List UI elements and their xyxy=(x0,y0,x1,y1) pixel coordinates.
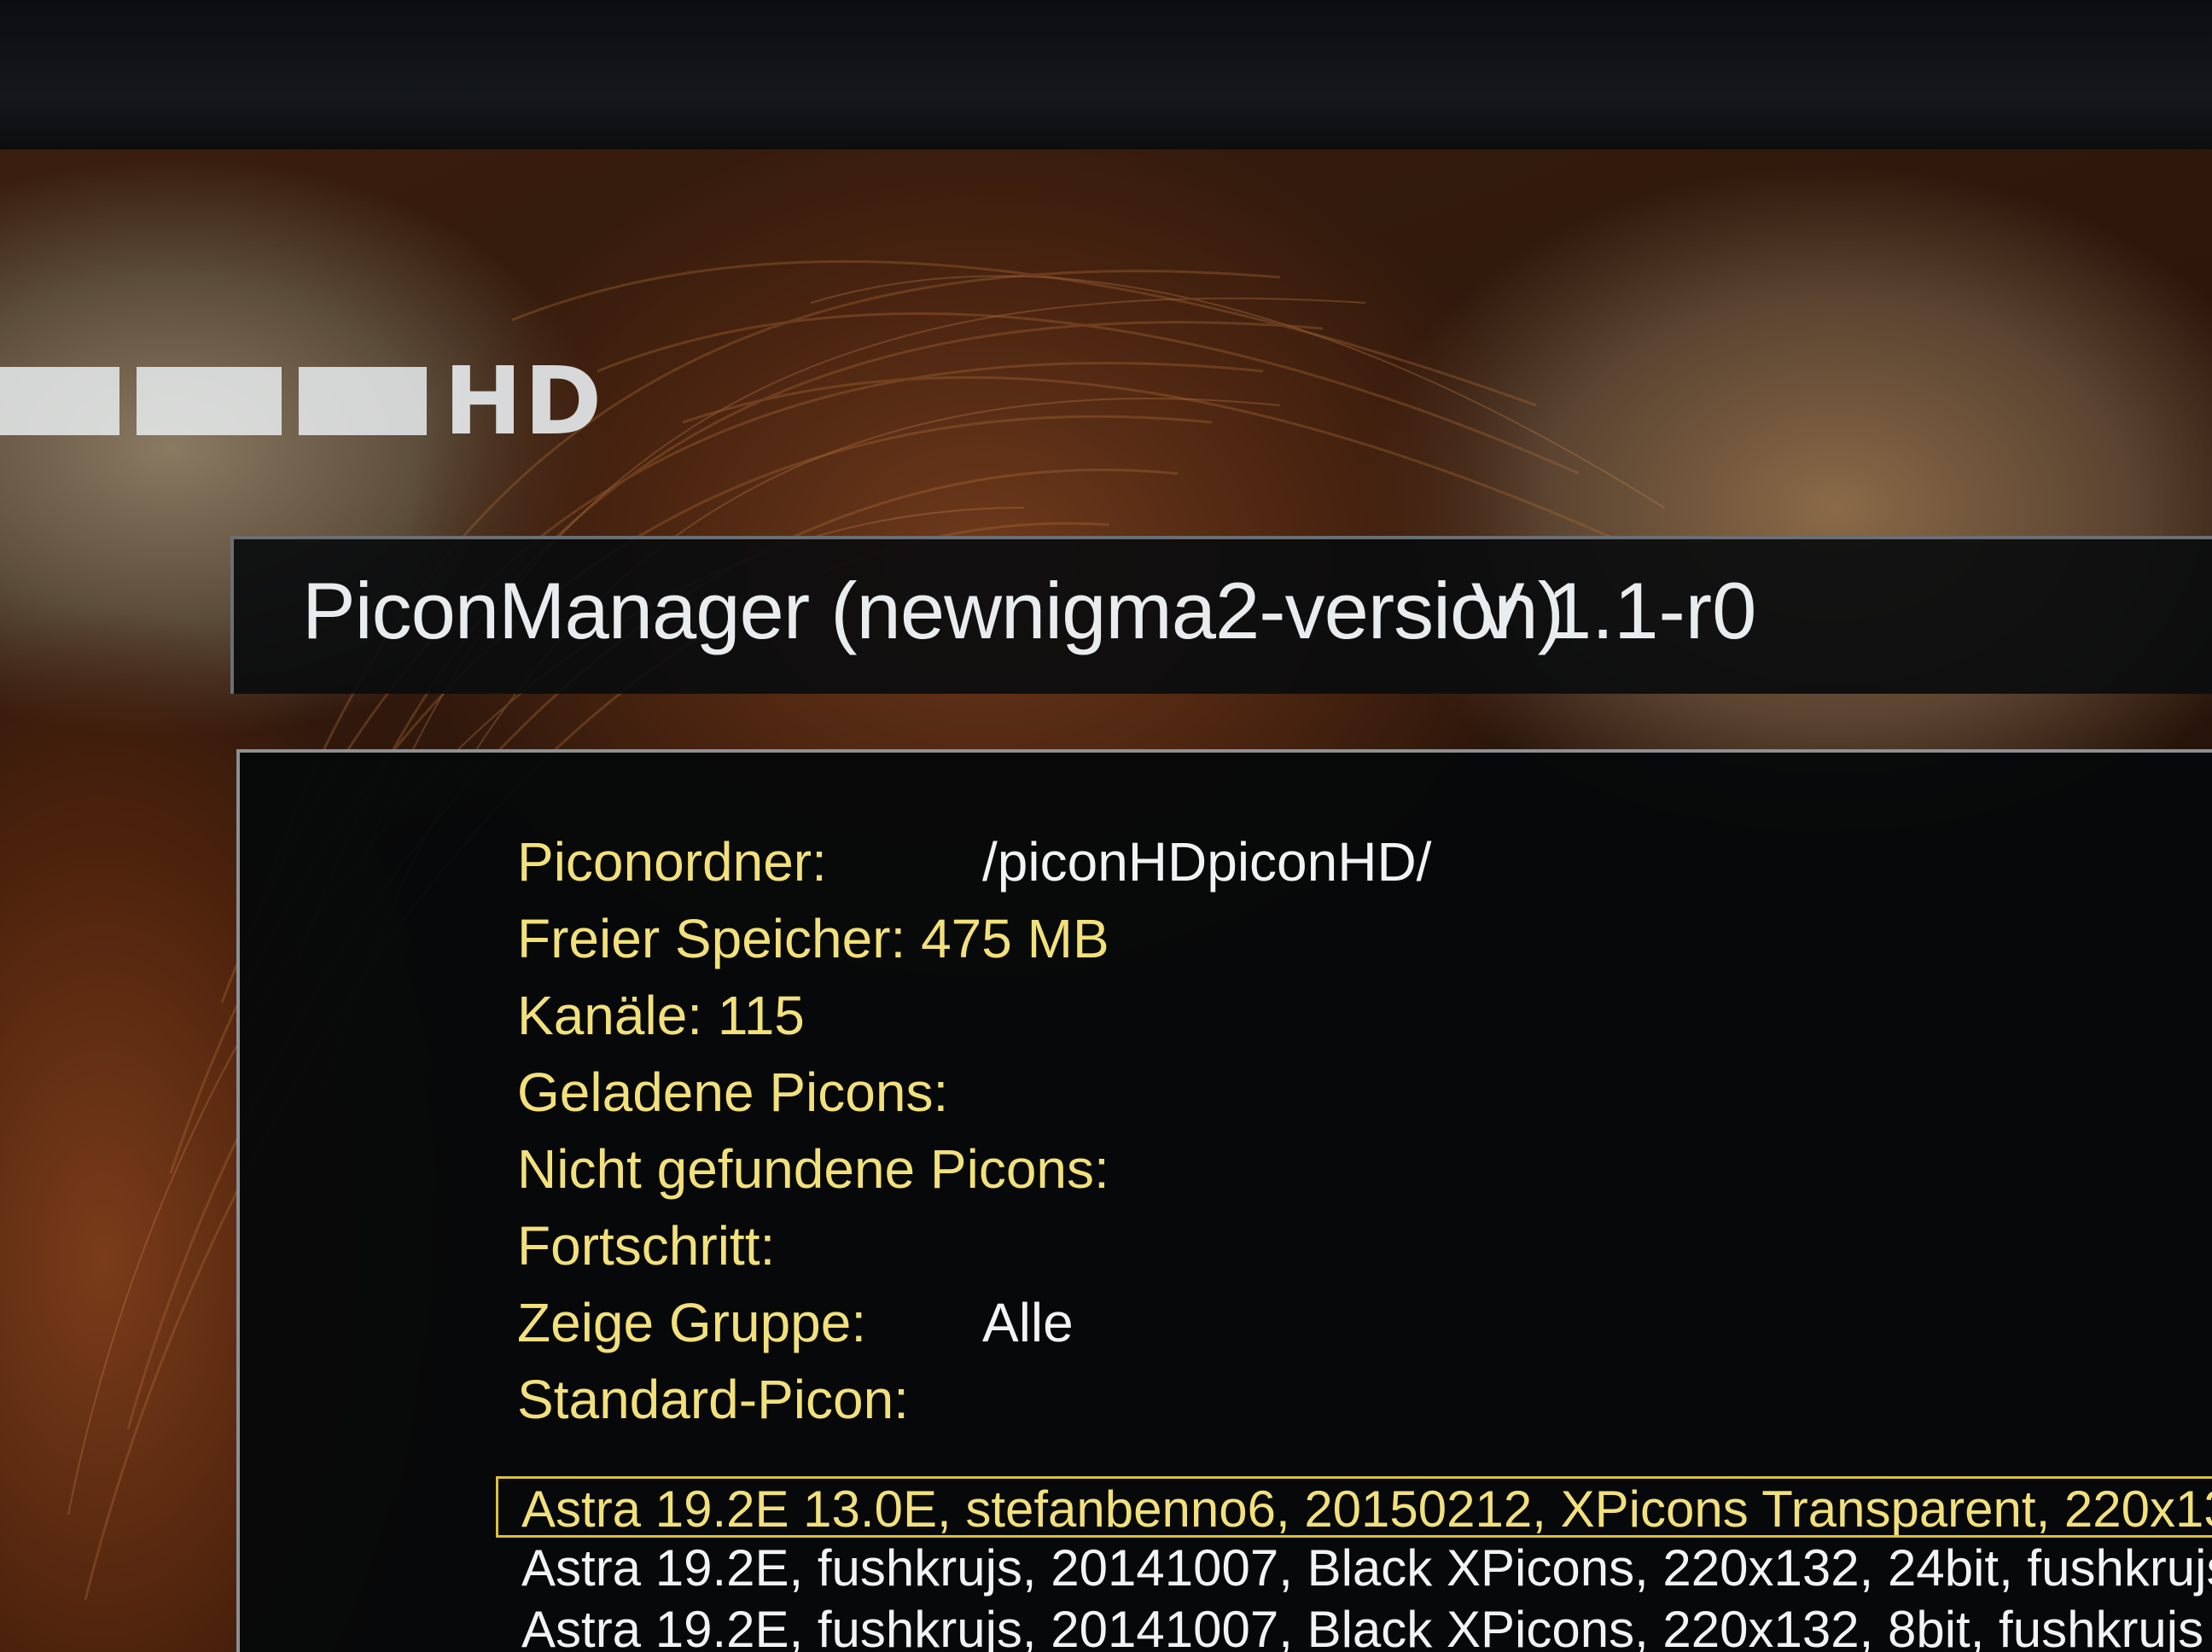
tv-screen: HD PiconManager (newnigma2-version) V 1.… xyxy=(0,0,2212,1652)
picon-list[interactable]: Astra 19.2E 13.0E, stefanbenno6, 2015021… xyxy=(496,1476,2212,1652)
standard-picon-label: Standard-Picon: xyxy=(517,1369,909,1430)
window-title-bar: PiconManager (newnigma2-version) V 1.1-r… xyxy=(230,536,2212,694)
main-panel: Piconordner: /piconHDpiconHD/ Freier Spe… xyxy=(236,749,2212,1652)
channel-logo-block xyxy=(299,367,427,435)
window-title: PiconManager (newnigma2-version) xyxy=(302,566,1564,655)
channel-logo-block xyxy=(0,367,119,435)
geladene-picons-label: Geladene Picons: xyxy=(517,1062,949,1123)
fortschritt-label: Fortschritt: xyxy=(517,1215,776,1277)
channel-logo-block xyxy=(137,367,282,435)
zeige-gruppe-value[interactable]: Alle xyxy=(982,1288,1074,1357)
piconordner-label: Piconordner: xyxy=(517,831,827,893)
channel-logo-text: HD xyxy=(444,346,604,456)
tv-bezel xyxy=(0,0,2212,162)
window-version: V 1.1-r0 xyxy=(1471,566,1757,655)
picon-list-item[interactable]: Astra 19.2E, fushkrujs, 20141007, Black … xyxy=(496,1538,2212,1599)
picon-list-item-selected[interactable]: Astra 19.2E 13.0E, stefanbenno6, 2015021… xyxy=(496,1476,2212,1538)
zeige-gruppe-label: Zeige Gruppe: xyxy=(517,1292,867,1353)
picon-list-item[interactable]: Astra 19.2E, fushkrujs, 20141007, Black … xyxy=(496,1599,2212,1652)
channel-logo: HD xyxy=(0,346,604,456)
piconordner-value: /piconHDpiconHD/ xyxy=(982,831,1432,893)
kanaele: Kanäle: 115 xyxy=(517,985,805,1046)
freier-speicher: Freier Speicher: 475 MB xyxy=(517,908,1109,969)
nicht-gefundene-picons-label: Nicht gefundene Picons: xyxy=(517,1138,1109,1200)
